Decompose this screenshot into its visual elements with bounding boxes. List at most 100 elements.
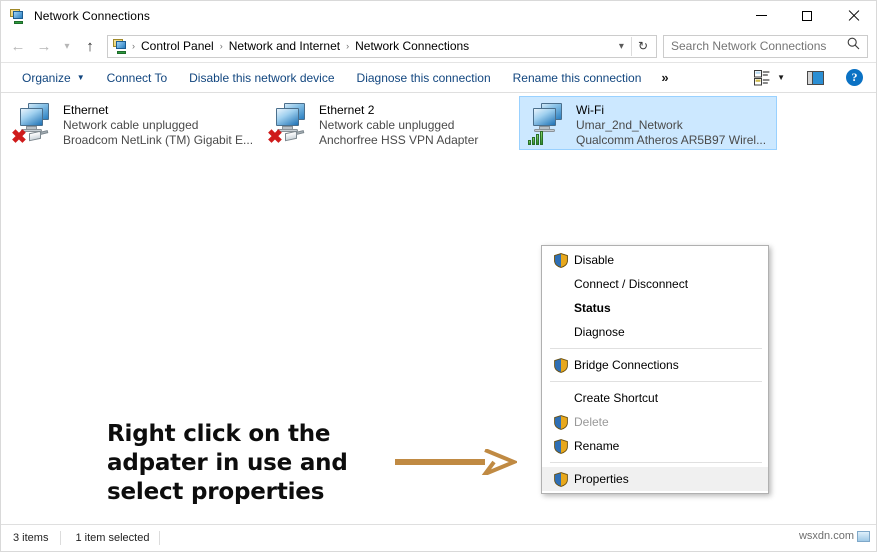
connection-status: Network cable unplugged [319, 118, 455, 132]
disable-network-device-button[interactable]: Disable this network device [178, 66, 345, 90]
menu-item-bridge-connections[interactable]: Bridge Connections [542, 353, 768, 377]
watermark-text: wsxdn.com [798, 530, 854, 542]
search-box[interactable] [663, 34, 868, 58]
connections-list: ✖ Ethernet Network cable unplugged Broad… [1, 93, 876, 524]
window-title: Network Connections [34, 8, 150, 23]
back-button[interactable]: ← [5, 33, 31, 59]
help-icon: ? [846, 69, 863, 86]
maximize-icon [802, 10, 812, 21]
connection-device: Qualcomm Atheros AR5B97 Wirel... [576, 133, 767, 147]
annotation-text: Right click on the adpater in use and se… [107, 421, 348, 505]
address-location-icon [113, 38, 129, 54]
view-caret-icon: ▼ [777, 73, 785, 82]
help-button[interactable]: ? [841, 66, 868, 90]
network-adapter-icon: ✖ [11, 103, 59, 147]
recent-locations-button[interactable]: ▾ [57, 33, 77, 59]
item-count-status: 3 items [13, 531, 62, 545]
title-bar: Network Connections [1, 1, 876, 30]
menu-item-label: Create Shortcut [574, 391, 659, 405]
menu-separator [550, 348, 762, 349]
rename-connection-button[interactable]: Rename this connection [502, 66, 653, 90]
network-adapter-icon: ✖ [267, 103, 315, 147]
connection-status: Umar_2nd_Network [576, 118, 683, 132]
organize-button[interactable]: Organize ▼ [11, 66, 96, 90]
address-dropdown-icon[interactable]: ▾ [612, 41, 631, 52]
uac-shield-icon [548, 438, 574, 454]
minimize-button[interactable] [738, 1, 784, 30]
organize-label: Organize [22, 70, 71, 85]
selection-status: 1 item selected [75, 531, 161, 545]
uac-shield-icon [548, 252, 574, 268]
connection-item-ethernet-2[interactable]: ✖ Ethernet 2 Network cable unplugged Anc… [263, 97, 521, 151]
chevron-down-icon: ▾ [64, 40, 70, 52]
chevron-down-icon: ▼ [76, 73, 85, 82]
diagnose-connection-button[interactable]: Diagnose this connection [346, 66, 502, 90]
forward-button[interactable]: → [31, 33, 57, 59]
connection-device: Broadcom NetLink (TM) Gigabit E... [63, 133, 254, 147]
close-icon [848, 10, 859, 21]
window-controls [738, 1, 876, 30]
navigation-bar: ← → ▾ ↑ › Control Panel › Network and In… [1, 30, 876, 62]
menu-item-rename[interactable]: Rename [542, 434, 768, 458]
up-arrow-icon: ↑ [86, 37, 94, 55]
network-computer-icon [10, 8, 26, 24]
watermark-icon [857, 530, 870, 542]
connection-device: Anchorfree HSS VPN Adapter [319, 133, 479, 147]
menu-item-status[interactable]: Status [542, 296, 768, 320]
forward-arrow-icon: → [36, 37, 52, 55]
signal-bars-icon [528, 129, 548, 145]
connection-item-wifi[interactable]: Wi-Fi Umar_2nd_Network Qualcomm Atheros … [519, 96, 777, 150]
uac-shield-icon [548, 414, 574, 430]
connect-to-button[interactable]: Connect To [96, 66, 179, 90]
cable-plug-icon [27, 129, 49, 143]
menu-item-label: Connect / Disconnect [574, 277, 689, 291]
menu-item-properties[interactable]: Properties [542, 467, 768, 491]
menu-item-label: Delete [574, 415, 609, 429]
cable-plug-icon [283, 129, 305, 143]
breadcrumb-network-connections[interactable]: Network Connections [350, 37, 474, 56]
menu-separator [550, 462, 762, 463]
menu-item-label: Rename [574, 439, 620, 453]
search-icon [845, 37, 867, 55]
address-bar[interactable]: › Control Panel › Network and Internet ›… [107, 34, 657, 58]
maximize-button[interactable] [784, 1, 830, 30]
connection-name: Wi-Fi [576, 103, 604, 117]
menu-item-diagnose[interactable]: Diagnose [542, 320, 768, 344]
watermark: wsxdn.com [799, 530, 870, 542]
up-button[interactable]: ↑ [77, 33, 103, 59]
view-layout-icon [754, 69, 770, 86]
network-connections-window: Network Connections ← → ▾ ↑ › Control Pa… [0, 0, 877, 552]
search-input[interactable] [664, 39, 845, 53]
uac-shield-icon [548, 357, 574, 373]
disconnected-badge-icon: ✖ [267, 127, 283, 148]
change-view-button[interactable]: ▼ [749, 66, 790, 90]
menu-item-label: Bridge Connections [574, 358, 679, 372]
disconnected-badge-icon: ✖ [11, 127, 27, 148]
menu-item-label: Properties [574, 472, 629, 486]
menu-item-delete: Delete [542, 410, 768, 434]
uac-shield-icon [548, 471, 574, 487]
close-button[interactable] [830, 1, 876, 30]
breadcrumb-network-and-internet[interactable]: Network and Internet [224, 37, 345, 56]
menu-item-connect-disconnect[interactable]: Connect / Disconnect [542, 272, 768, 296]
preview-pane-button[interactable] [802, 66, 829, 90]
menu-item-create-shortcut[interactable]: Create Shortcut [542, 386, 768, 410]
breadcrumb-control-panel[interactable]: Control Panel [136, 37, 219, 56]
connection-item-ethernet[interactable]: ✖ Ethernet Network cable unplugged Broad… [7, 97, 265, 151]
connection-name: Ethernet 2 [319, 103, 375, 117]
context-menu: Disable Connect / Disconnect Status Diag… [541, 245, 769, 494]
toolbar-overflow-button[interactable]: » [652, 66, 677, 90]
refresh-icon[interactable]: ↻ [632, 39, 654, 53]
menu-item-label: Disable [574, 253, 615, 267]
status-bar: 3 items 1 item selected wsxdn.com [1, 524, 876, 551]
menu-item-label: Status [574, 301, 611, 315]
connection-status: Network cable unplugged [63, 118, 199, 132]
network-adapter-icon [524, 103, 572, 147]
right-arrow-annotation [393, 448, 520, 479]
back-arrow-icon: ← [10, 37, 26, 55]
menu-item-disable[interactable]: Disable [542, 248, 768, 272]
menu-separator [550, 381, 762, 382]
connection-name: Ethernet [63, 103, 109, 117]
command-bar: Organize ▼ Connect To Disable this netwo… [1, 62, 876, 93]
minimize-icon [755, 15, 767, 16]
